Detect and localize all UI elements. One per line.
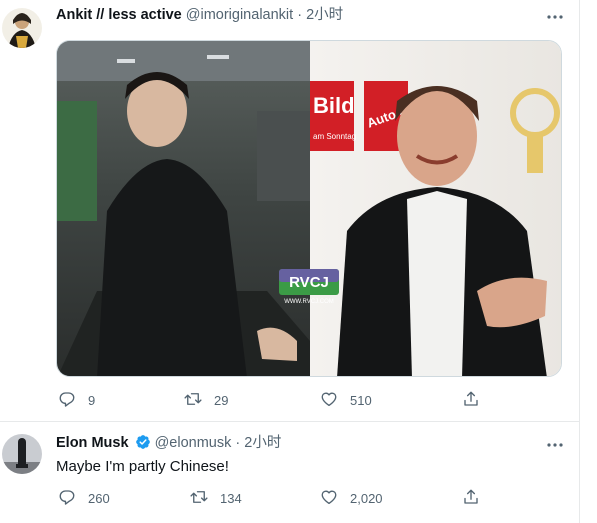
separator: · <box>235 435 241 451</box>
reply-button[interactable]: 9 <box>58 390 95 410</box>
retweet-button[interactable]: 29 <box>184 390 228 410</box>
reply-count: 9 <box>88 392 96 408</box>
verified-badge-icon <box>135 434 151 455</box>
media-watermark-url: WWW.RVCJ.COM <box>284 299 334 305</box>
retweet-button[interactable]: 134 <box>190 488 242 508</box>
tweet-media-image[interactable]: Bild am Sonntag Auto Bild RVCJ WWW.RVCJ.… <box>56 40 562 377</box>
reply-icon <box>58 488 76 509</box>
share-icon <box>462 390 480 411</box>
retweet-icon <box>184 390 202 411</box>
reply-count: 260 <box>88 490 110 506</box>
reply-icon <box>58 390 76 411</box>
tweet-ankit[interactable]: Ankit // less active @imoriginalankit · … <box>0 0 579 420</box>
timestamp[interactable]: 2小时 <box>306 7 343 23</box>
timestamp[interactable]: 2小时 <box>244 435 281 451</box>
handle[interactable]: @elonmusk <box>155 435 232 451</box>
more-icon[interactable] <box>546 8 564 26</box>
bild-sign-subtext: am Sonntag <box>313 132 356 141</box>
tweet-header: Ankit // less active @imoriginalankit · … <box>56 6 343 24</box>
more-icon[interactable] <box>546 436 564 454</box>
tweet-elonmusk[interactable]: Elon Musk @elonmusk · 2小时 Maybe I'm part… <box>0 422 579 523</box>
separator: · <box>297 7 303 23</box>
tweet-actions: 260 134 2,020 <box>56 488 526 508</box>
like-icon <box>320 488 338 509</box>
retweet-count: 134 <box>220 490 242 506</box>
share-button[interactable] <box>462 390 480 410</box>
bild-sign-text: Bild <box>313 93 355 118</box>
tweet-actions: 9 29 510 <box>56 390 526 410</box>
avatar[interactable] <box>2 434 42 474</box>
like-button[interactable]: 2,020 <box>320 488 383 508</box>
like-button[interactable]: 510 <box>320 390 372 410</box>
share-button[interactable] <box>462 488 480 508</box>
like-icon <box>320 390 338 411</box>
media-watermark: RVCJ <box>289 274 329 291</box>
avatar[interactable] <box>2 8 42 48</box>
like-count: 510 <box>350 392 372 408</box>
display-name[interactable]: Elon Musk <box>56 435 129 451</box>
share-icon <box>462 488 480 509</box>
tweet-header: Elon Musk @elonmusk · 2小时 <box>56 434 281 455</box>
retweet-icon <box>190 488 208 509</box>
display-name[interactable]: Ankit // less active <box>56 7 182 23</box>
like-count: 2,020 <box>350 490 383 506</box>
timeline-right-border <box>579 0 580 523</box>
reply-button[interactable]: 260 <box>58 488 110 508</box>
retweet-count: 29 <box>214 392 229 408</box>
handle[interactable]: @imoriginalankit <box>186 7 293 23</box>
tweet-text: Maybe I'm partly Chinese! <box>56 458 229 475</box>
